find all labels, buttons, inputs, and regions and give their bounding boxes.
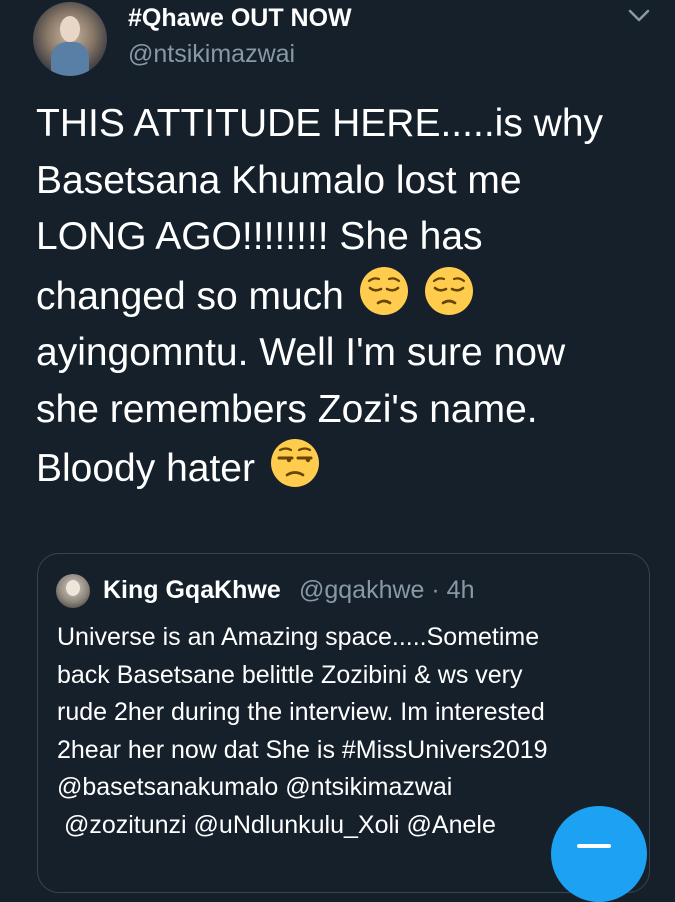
tweet-line: changed so much <box>36 274 344 318</box>
quoted-line: back Basetsane belittle Zozibini & ws ve… <box>57 660 523 689</box>
avatar-face <box>66 580 80 596</box>
tweet-line: THIS ATTITUDE HERE.....is why <box>36 102 604 145</box>
compose-fab-button[interactable] <box>551 806 647 902</box>
pensive-face-icon <box>424 266 473 315</box>
tweet-line: Bloody hater <box>36 447 255 490</box>
avatar-body <box>51 42 89 76</box>
quoted-author-handle-time: @gqakhwe · 4h <box>299 576 475 604</box>
quoted-line: @basetsanakumalo @ntsikimazwai <box>57 773 453 801</box>
author-avatar[interactable] <box>33 2 107 76</box>
avatar-face <box>60 16 80 42</box>
quoted-line: 2hear her now dat She is #MissUnivers201… <box>57 735 548 764</box>
author-display-name[interactable]: #Qhawe OUT NOW <box>128 4 352 33</box>
quoted-tweet-text: Universe is an Amazing space.....Sometim… <box>57 619 637 844</box>
quoted-line: @zozitunzi @uNdlunkulu_Xoli @Anele <box>57 810 496 839</box>
tweet-line-with-emoji: changed so much <box>36 266 651 326</box>
unamused-face-icon <box>270 439 319 487</box>
tweet-line-with-emoji: Bloody hater <box>36 438 651 498</box>
author-handle[interactable]: @ntsikimazwai <box>128 40 295 69</box>
quoted-author-avatar <box>56 574 90 608</box>
tweet-line: she remembers Zozi's name. <box>36 387 538 431</box>
chevron-down-icon[interactable] <box>626 6 652 26</box>
quoted-author-name: King GqaKhwe <box>103 576 281 604</box>
pensive-face-icon <box>359 266 408 315</box>
quoted-line: Universe is an Amazing space.....Sometim… <box>57 623 540 651</box>
compose-icon <box>577 844 611 848</box>
tweet-line: LONG AGO!!!!!!!! She has <box>36 215 483 258</box>
quoted-line: rude 2her during the interview. Im inter… <box>57 698 545 726</box>
tweet-line: ayingomntu. Well I'm sure now <box>36 331 566 374</box>
tweet-text: THIS ATTITUDE HERE.....is why Basetsana … <box>36 96 651 498</box>
tweet-line: Basetsana Khumalo lost me <box>36 158 522 202</box>
